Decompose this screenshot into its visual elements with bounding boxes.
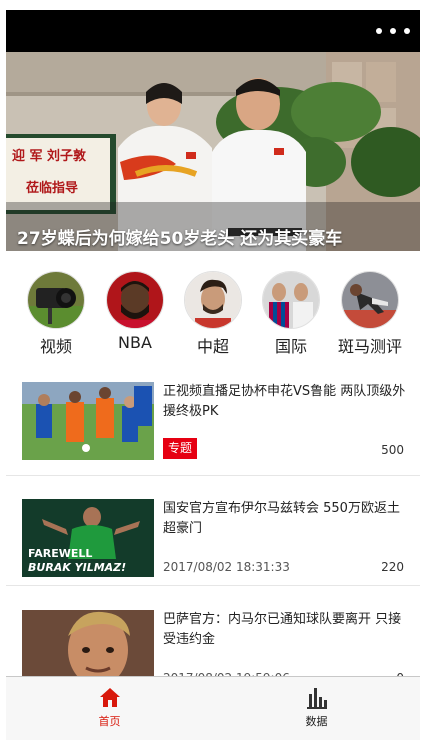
hero-image: 迎 军 刘子敦 莅临指导 [6,52,420,251]
category-nba[interactable]: NBA [95,268,175,352]
player-avatar-icon [184,271,242,329]
category-row: 视频 NBA 中超 国际 斑马测评 [6,268,420,358]
news-thumbnail: FAREWELL BURAK YILMAZ! [22,499,154,577]
svg-text:迎 军 刘子敦: 迎 军 刘子敦 [12,148,87,164]
svg-text:莅临指导: 莅临指导 [26,180,78,196]
category-international[interactable]: 国际 [251,268,331,357]
topic-badge[interactable]: 专题 [163,438,198,459]
news-time: 2017/08/02 18:31:33 [163,560,290,574]
tab-label: 数据 [305,715,328,728]
category-label: 视频 [39,337,72,356]
divider [6,585,420,586]
camera-avatar-icon [27,271,85,329]
category-zebra-review[interactable]: 斑马测评 [330,268,410,357]
category-label: NBA [118,333,152,352]
bar-chart-icon [305,686,329,710]
view-count: 220 [381,560,404,574]
app-frame: 迎 军 刘子敦 莅临指导 27岁蝶后为何嫁给50岁老头 还为其买豪车 视频 NB… [6,10,420,740]
tab-label: 首页 [98,715,121,728]
news-thumbnail [22,382,154,460]
players-avatar-icon [262,271,320,329]
news-item[interactable]: 正视频直播足协杯申花VS鲁能 两队顶级外援终极PK 专题 500 [6,370,420,480]
more-dots-icon[interactable] [376,20,410,42]
category-label: 中超 [196,337,229,356]
tab-data[interactable]: 数据 [213,677,420,740]
category-label: 斑马测评 [337,337,402,356]
tab-home[interactable]: 首页 [6,677,213,740]
top-bar [6,10,420,52]
home-icon [98,686,122,710]
bottom-tab-bar: 首页 数据 [6,676,420,740]
news-item[interactable]: FAREWELL BURAK YILMAZ! 国安官方宣布伊尔马兹转会 550万… [6,487,420,597]
runner-avatar-icon [341,271,399,329]
category-label: 国际 [274,337,307,356]
news-title: 国安官方宣布伊尔马兹转会 550万欧返土超豪门 [163,501,400,536]
category-video[interactable]: 视频 [16,268,96,357]
view-count: 500 [381,443,404,457]
hero-caption: 27岁蝶后为何嫁给50岁老头 还为其买豪车 [17,229,343,249]
player-avatar-icon [106,271,164,329]
news-title: 正视频直播足协杯申花VS鲁能 两队顶级外援终极PK [163,384,406,419]
hero-banner[interactable]: 迎 军 刘子敦 莅临指导 27岁蝶后为何嫁给50岁老头 还为其买豪车 [6,52,420,251]
divider [6,475,420,476]
news-title: 巴萨官方：内马尔已通知球队要离开 只接受违约金 [163,612,402,647]
category-csl[interactable]: 中超 [173,268,253,357]
svg-text:FAREWELL: FAREWELL [28,547,92,560]
svg-text:BURAK YILMAZ!: BURAK YILMAZ! [28,561,126,574]
